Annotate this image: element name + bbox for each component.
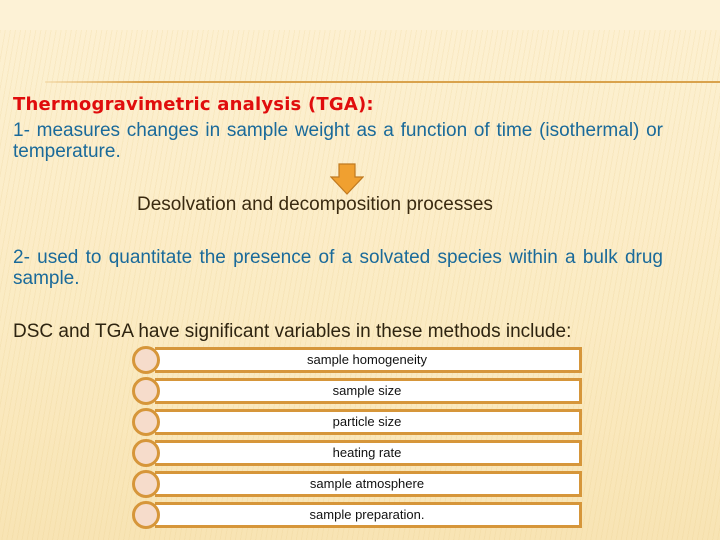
variable-item: sample preparation.: [155, 502, 582, 528]
bullet-circle-icon: [132, 377, 160, 405]
point-1-text: 1- measures changes in sample weight as …: [13, 120, 663, 162]
down-arrow-icon: [330, 163, 364, 195]
bullet-circle-icon: [132, 470, 160, 498]
bullet-circle-icon: [132, 439, 160, 467]
title-divider: [45, 81, 720, 83]
bullet-circle-icon: [132, 408, 160, 436]
result-text: Desolvation and decomposition processes: [137, 194, 493, 215]
variable-item: particle size: [155, 409, 582, 435]
slide-heading: Thermogravimetric analysis (TGA):: [13, 94, 374, 115]
slide-header-band: [0, 0, 720, 30]
variable-item: sample size: [155, 378, 582, 404]
bullet-circle-icon: [132, 346, 160, 374]
variable-item: sample atmosphere: [155, 471, 582, 497]
point-2-text: 2- used to quantitate the presence of a …: [13, 247, 663, 289]
variables-intro: DSC and TGA have significant variables i…: [13, 321, 572, 342]
variable-item: heating rate: [155, 440, 582, 466]
variable-item: sample homogeneity: [155, 347, 582, 373]
bullet-circle-icon: [132, 501, 160, 529]
